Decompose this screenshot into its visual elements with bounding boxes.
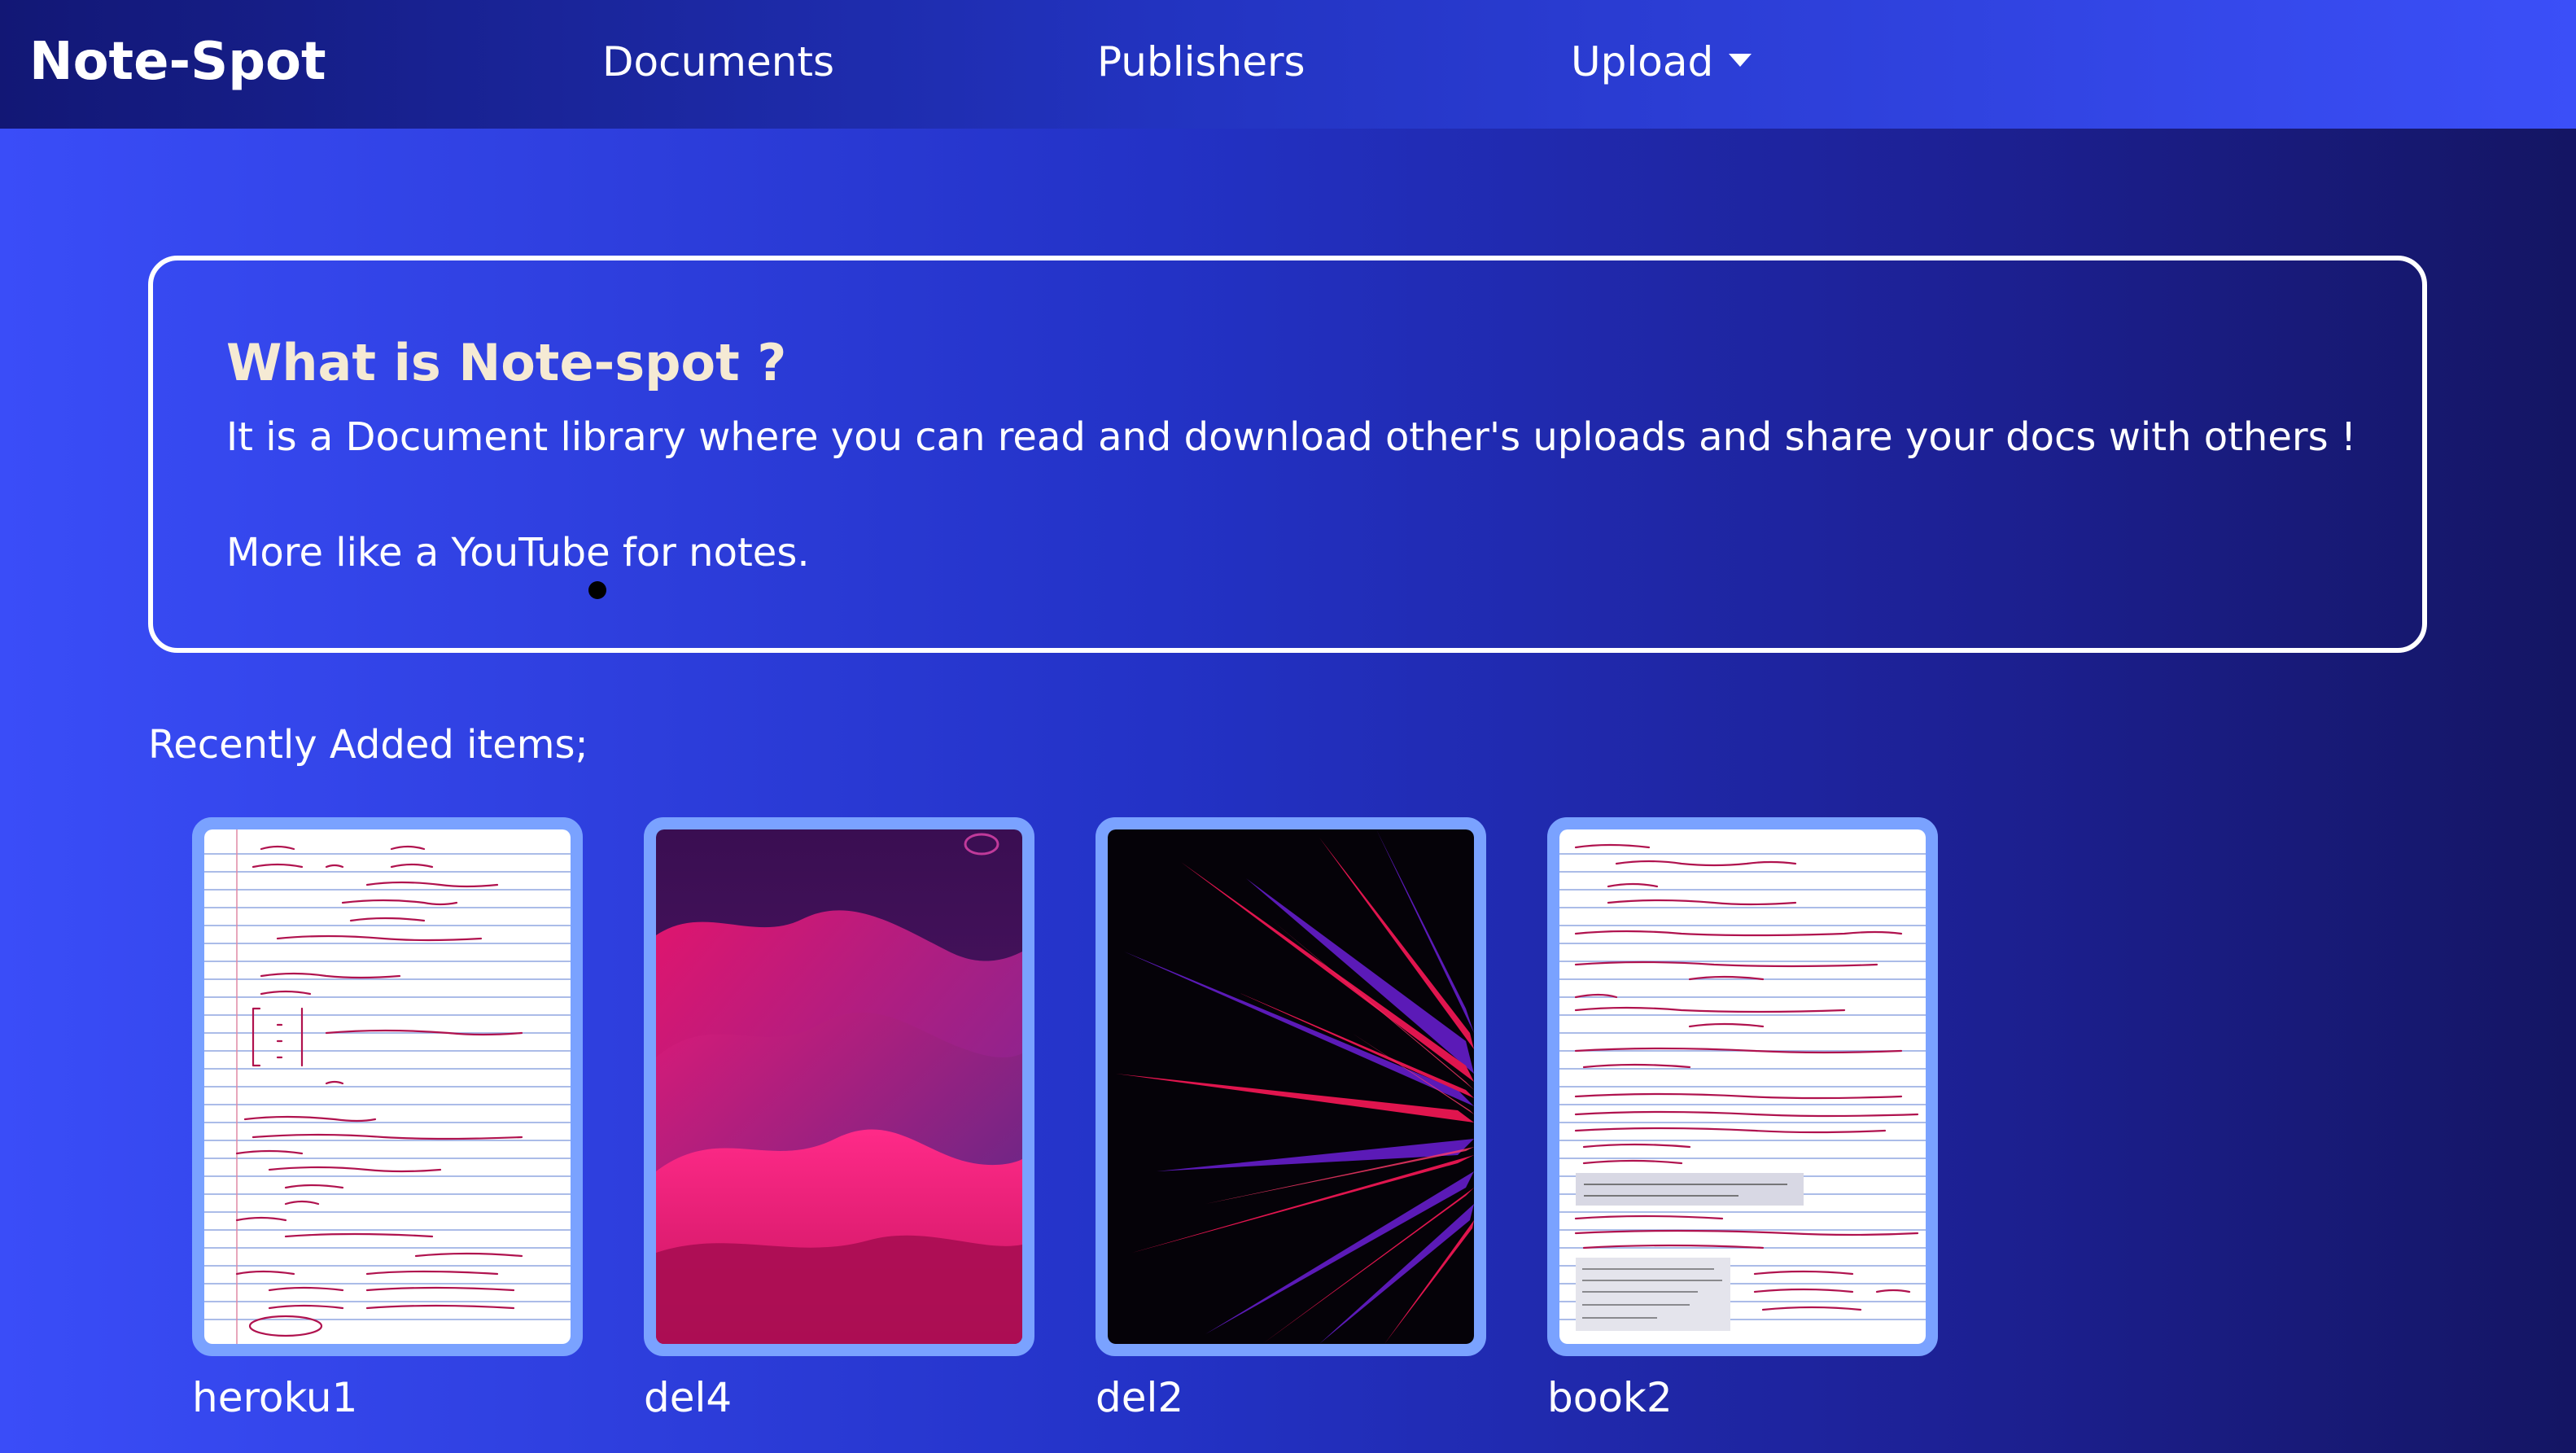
brand-logo[interactable]: Note-Spot xyxy=(29,31,326,93)
document-card-heroku1[interactable] xyxy=(192,817,583,1356)
handwritten-notes-thumbnail xyxy=(1559,829,1926,1344)
document-title-del4[interactable]: del4 xyxy=(644,1371,732,1425)
nav-documents-link[interactable]: Documents xyxy=(602,36,834,88)
top-navbar: Note-Spot Documents Publishers Upload xyxy=(0,0,2576,129)
document-title-del2[interactable]: del2 xyxy=(1096,1371,1183,1425)
spikes-thumbnail xyxy=(1108,829,1474,1344)
about-description: It is a Document library where you can r… xyxy=(226,414,2357,460)
document-title-book2[interactable]: book2 xyxy=(1547,1371,1673,1425)
handwritten-notes-thumbnail xyxy=(204,829,571,1344)
document-card-book2[interactable] xyxy=(1547,817,1938,1356)
chevron-down-icon[interactable] xyxy=(1729,54,1752,67)
pink-wave-thumbnail xyxy=(656,829,1022,1344)
document-card-del2[interactable] xyxy=(1096,817,1486,1356)
document-title-heroku1[interactable]: heroku1 xyxy=(192,1371,357,1425)
about-tagline: More like a YouTube for notes. xyxy=(226,530,810,576)
about-card: What is Note-spot ? It is a Document lib… xyxy=(148,256,2427,653)
mouse-cursor-icon xyxy=(588,581,606,599)
nav-upload-dropdown[interactable]: Upload xyxy=(1571,36,1713,88)
recent-items-heading: Recently Added items; xyxy=(148,722,588,768)
document-card-del4[interactable] xyxy=(644,817,1034,1356)
nav-publishers-link[interactable]: Publishers xyxy=(1097,36,1305,88)
about-title: What is Note-spot ? xyxy=(226,333,787,392)
